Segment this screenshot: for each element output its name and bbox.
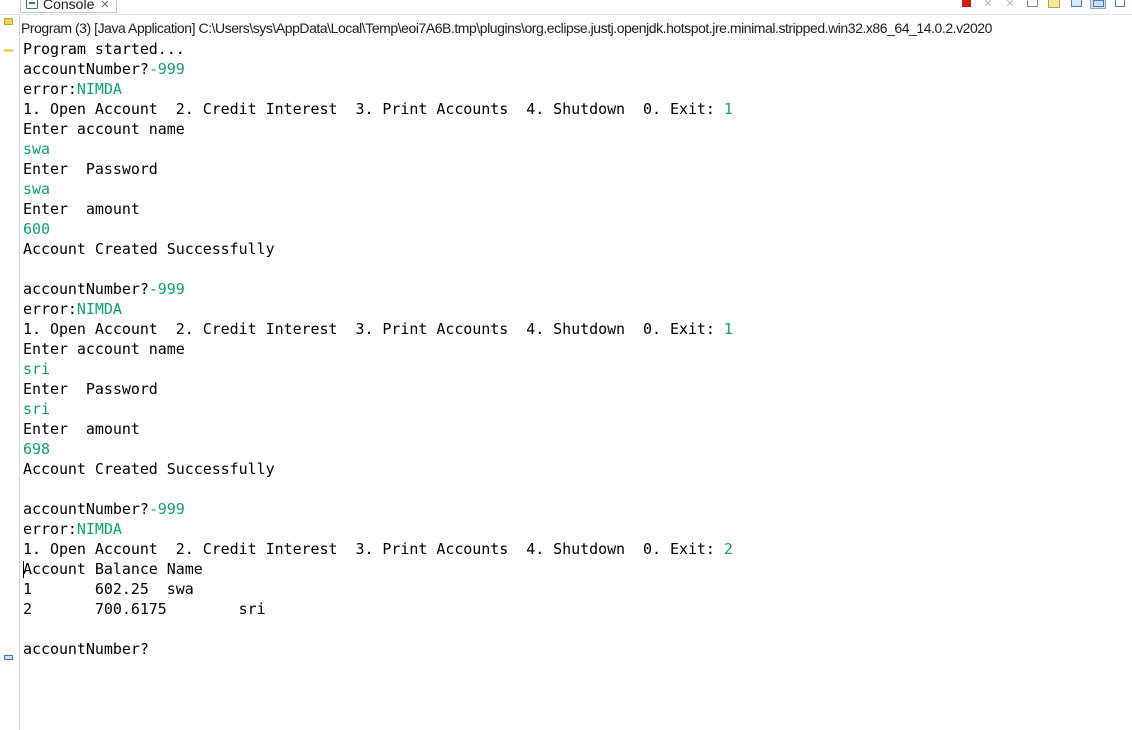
console-line: Enter amount (23, 419, 1128, 439)
console-line: Account Balance Name (23, 559, 1128, 579)
console-line: Enter account name (23, 119, 1128, 139)
console-stdout-text: 1 602.25 swa (23, 580, 194, 598)
console-stdout-text: Enter Password (23, 380, 158, 398)
console-line: 1 602.25 swa (23, 579, 1128, 599)
console-view: Console ✕ ✕ ✕ Program (3) [Java Applicat… (0, 0, 1132, 730)
console-stdout-text: accountNumber? (23, 640, 149, 658)
console-line: 1. Open Account 2. Credit Interest 3. Pr… (23, 99, 1128, 119)
console-stdin-text: -999 (148, 60, 185, 78)
warning-marker-icon (4, 18, 13, 25)
tab-console[interactable]: Console ✕ (20, 0, 117, 13)
console-line: 600 (23, 219, 1128, 239)
console-stdin-text: 698 (23, 440, 50, 458)
console-line: 698 (23, 439, 1128, 459)
console-line: swa (23, 179, 1128, 199)
process-description: Program (3) [Java Application] C:\Users\… (21, 20, 992, 36)
console-stdin-text: 600 (23, 220, 50, 238)
console-stdout-text: Account Created Successfully (23, 460, 275, 478)
console-line: accountNumber? (23, 639, 1128, 659)
console-stdout-text: Account Created Successfully (23, 240, 275, 258)
console-line: Enter Password (23, 379, 1128, 399)
console-stdout-text: Enter account name (23, 120, 185, 138)
console-stdout-text: 1. Open Account 2. Credit Interest 3. Pr… (23, 320, 724, 338)
close-icon[interactable]: ✕ (100, 0, 109, 11)
console-icon (26, 0, 38, 9)
console-stdin-text: 1 (723, 320, 733, 338)
console-line: accountNumber?-999 (23, 279, 1128, 299)
scroll-position-marker-icon[interactable] (4, 655, 13, 660)
annotation-marker-icon (4, 49, 13, 52)
console-stdin-text: -999 (148, 500, 185, 518)
console-stdin-text: swa (23, 140, 50, 158)
console-line: 1. Open Account 2. Credit Interest 3. Pr… (23, 319, 1128, 339)
view-tab-bar: Console ✕ ✕ ✕ (0, 0, 1132, 15)
console-stdin-text: NIMDA (76, 300, 122, 318)
console-stdout-text: accountNumber? (23, 60, 149, 78)
console-stdout-text: error: (23, 80, 77, 98)
console-line: swa (23, 139, 1128, 159)
terminate-icon[interactable] (958, 0, 974, 9)
console-line: 1. Open Account 2. Credit Interest 3. Pr… (23, 539, 1128, 559)
console-line: accountNumber?-999 (23, 59, 1128, 79)
console-line: Enter Password (23, 159, 1128, 179)
console-output[interactable]: Program started... accountNumber?-999 erro… (23, 39, 1128, 730)
console-stdout-text: 1. Open Account 2. Credit Interest 3. Pr… (23, 540, 724, 558)
console-line: accountNumber?-999 (23, 499, 1128, 519)
remove-all-icon[interactable]: ✕ (1002, 0, 1018, 10)
console-stdin-text: -999 (148, 280, 185, 298)
console-line: sri (23, 359, 1128, 379)
console-stdin-text: NIMDA (76, 520, 122, 538)
tab-console-label: Console (43, 0, 95, 12)
console-stdout-text: error: (23, 520, 77, 538)
console-toolbar: ✕ ✕ (958, 0, 1128, 10)
console-stdin-text: sri (23, 360, 50, 378)
scroll-lock-icon[interactable] (1046, 0, 1062, 9)
console-stdout-text: Enter amount (23, 420, 140, 438)
console-line: Account Created Successfully (23, 459, 1128, 479)
console-stdin-text: swa (23, 180, 50, 198)
console-stdout-text: Enter account name (23, 340, 185, 358)
console-stdout-text: Enter Password (23, 160, 158, 178)
console-line: Enter amount (23, 199, 1128, 219)
console-stdin-text: NIMDA (76, 80, 122, 98)
console-stdin-text: 1 (723, 100, 733, 118)
pin-console-icon[interactable] (1068, 0, 1084, 9)
console-stdout-text: Program started... (23, 40, 185, 58)
console-line: Enter account name (23, 339, 1128, 359)
minimize-icon[interactable] (1112, 0, 1128, 9)
console-stdin-text: 2 (723, 540, 733, 558)
console-line: error:NIMDA (23, 299, 1128, 319)
console-line: 2 700.6175 sri (23, 599, 1128, 619)
console-stdout-text: 1. Open Account 2. Credit Interest 3. Pr… (23, 100, 724, 118)
remove-launch-icon[interactable]: ✕ (980, 0, 996, 10)
console-stdout-text: Enter amount (23, 200, 140, 218)
overview-ruler (0, 15, 20, 730)
console-line: Account Created Successfully (23, 239, 1128, 259)
console-stdout-text: accountNumber? (23, 500, 149, 518)
console-line: error:NIMDA (23, 79, 1128, 99)
text-caret (23, 561, 24, 578)
console-stdout-text: 2 700.6175 sri (23, 600, 266, 618)
console-line: error:NIMDA (23, 519, 1128, 539)
clear-console-icon[interactable] (1024, 0, 1040, 9)
console-line: Program started... (23, 39, 1128, 59)
display-selected-console-icon[interactable] (1090, 0, 1106, 9)
console-stdin-text: sri (23, 400, 50, 418)
console-stdout-text: Account Balance Name (23, 560, 203, 578)
console-stdout-text: error: (23, 300, 77, 318)
console-stdout-text: accountNumber? (23, 280, 149, 298)
console-line: sri (23, 399, 1128, 419)
